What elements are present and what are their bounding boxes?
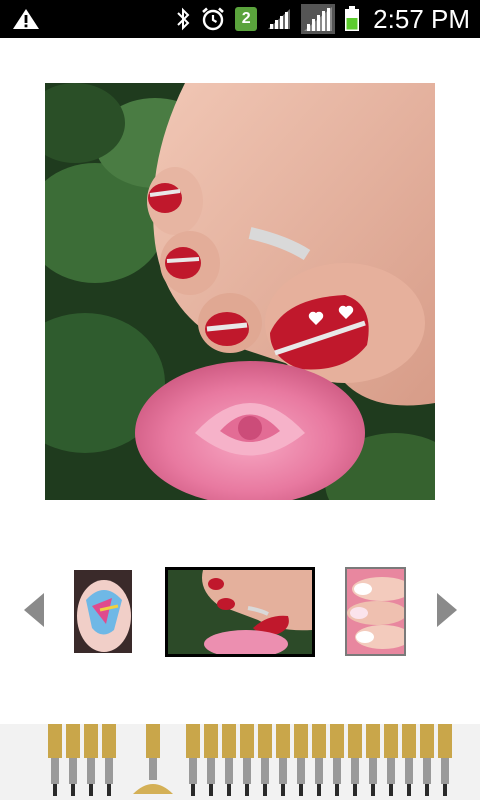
- thumbnail-3[interactable]: [345, 567, 406, 656]
- bottom-banner[interactable]: [0, 724, 480, 800]
- status-bar: 2 2:57 PM: [0, 0, 480, 38]
- triangle-right-icon[interactable]: [436, 592, 458, 628]
- thumbnail-1[interactable]: [74, 570, 132, 653]
- thumbnail-3-image: [347, 569, 404, 654]
- wifi-icon: [268, 9, 291, 29]
- brush-set-image: [0, 724, 480, 800]
- status-icons: 2 2:57 PM: [175, 0, 470, 38]
- toe-nail-art-photo: [45, 83, 435, 500]
- notification-badge: 2: [235, 7, 258, 31]
- alarm-icon: [202, 7, 225, 31]
- warning-icon: [13, 9, 39, 29]
- main-image[interactable]: [45, 83, 435, 500]
- bluetooth-icon: [177, 7, 190, 31]
- thumbnail-1-image: [74, 570, 132, 653]
- signal-icon: [301, 4, 336, 34]
- battery-icon: [345, 6, 360, 31]
- triangle-left-icon[interactable]: [23, 592, 45, 628]
- thumbnail-2[interactable]: [165, 567, 315, 657]
- clock: 2:57 PM: [373, 3, 470, 34]
- thumbnail-2-image: [168, 570, 312, 654]
